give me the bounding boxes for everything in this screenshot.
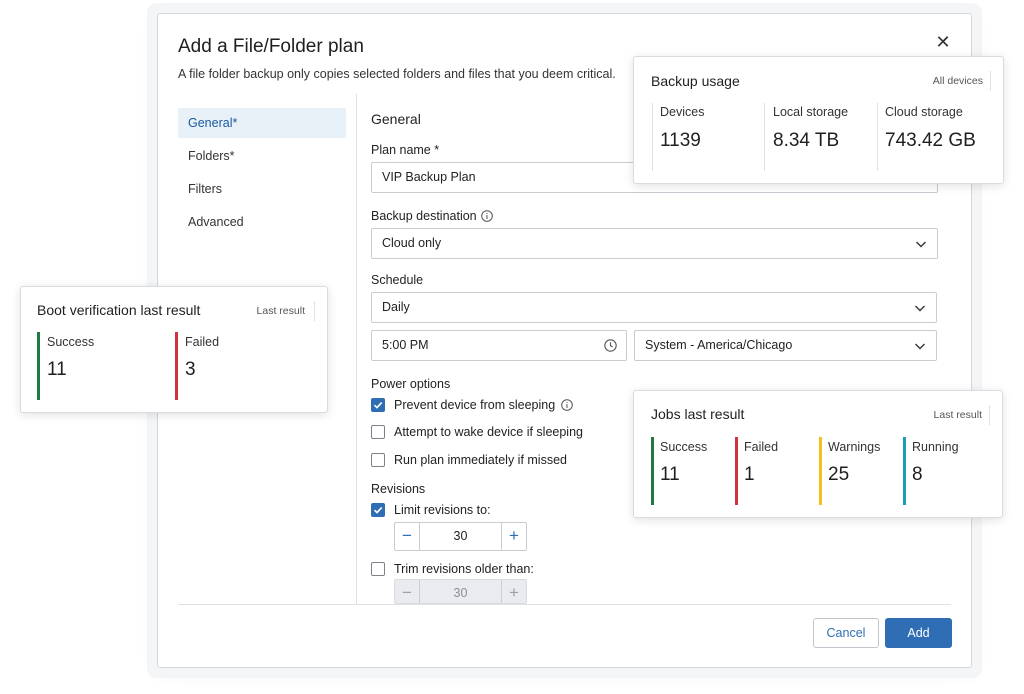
run-missed-checkbox[interactable]	[371, 453, 385, 467]
plus-icon: +	[501, 580, 526, 603]
success-bar	[37, 332, 40, 400]
backup-destination-label: Backup destination	[371, 209, 493, 223]
tag-divider	[314, 301, 315, 321]
chevron-down-icon	[916, 241, 926, 248]
cloud-storage-label: Cloud storage	[885, 105, 963, 119]
dialog-subtitle: A file folder backup only copies selecte…	[178, 67, 616, 81]
tag-divider	[989, 405, 990, 425]
jobs-card: Jobs last result Last result Success 11 …	[633, 390, 1003, 518]
minus-icon: −	[395, 580, 420, 603]
failed-label: Failed	[744, 440, 779, 454]
column-divider	[652, 103, 653, 171]
column-divider	[764, 103, 765, 171]
local-storage-label: Local storage	[773, 105, 849, 119]
plan-name-label: Plan name *	[371, 143, 440, 157]
nav-item-folders[interactable]: Folders*	[178, 141, 346, 171]
nav-item-advanced[interactable]: Advanced	[178, 207, 346, 237]
checkmark-icon	[373, 506, 383, 514]
card-title: Jobs last result	[651, 406, 745, 422]
running-value: 8	[912, 464, 923, 485]
chevron-down-icon	[915, 305, 925, 312]
schedule-select[interactable]: Daily	[371, 292, 937, 323]
nav-item-filters[interactable]: Filters	[178, 174, 346, 204]
limit-revisions-value[interactable]: 30	[421, 523, 500, 550]
failed-value: 1	[744, 464, 755, 485]
running-label: Running	[912, 440, 959, 454]
card-tag: Last result	[933, 409, 982, 421]
failed-label: Failed	[185, 335, 220, 349]
nav-item-general[interactable]: General*	[178, 108, 346, 138]
prevent-sleep-label: Prevent device from sleeping	[394, 398, 556, 412]
wake-device-checkbox[interactable]	[371, 425, 385, 439]
trim-revisions-checkbox[interactable]	[371, 562, 385, 576]
timezone-select[interactable]: System - America/Chicago	[634, 330, 937, 361]
checkmark-icon	[373, 401, 383, 409]
timezone-value: System - America/Chicago	[645, 338, 793, 352]
success-label: Success	[660, 440, 708, 454]
power-options-label: Power options	[371, 377, 451, 391]
wake-device-label: Attempt to wake device if sleeping	[394, 425, 583, 439]
trim-revisions-value: 30	[421, 580, 500, 603]
local-storage-value: 8.34 TB	[773, 130, 840, 151]
info-icon[interactable]	[480, 210, 493, 222]
cloud-storage-value: 743.42 GB	[885, 130, 976, 151]
prevent-sleep-checkbox[interactable]	[371, 398, 385, 412]
trim-revisions-stepper: − 30 +	[394, 579, 527, 604]
footer-divider	[178, 604, 951, 605]
nav-divider	[356, 94, 357, 604]
time-input[interactable]: 5:00 PM	[371, 330, 627, 361]
failed-bar	[175, 332, 178, 400]
limit-revisions-checkbox[interactable]	[371, 503, 385, 517]
section-title: General	[371, 111, 421, 127]
success-value: 11	[660, 464, 680, 485]
chevron-down-icon	[915, 343, 925, 350]
success-bar	[651, 437, 654, 505]
limit-revisions-stepper[interactable]: − 30 +	[394, 522, 527, 551]
devices-label: Devices	[660, 105, 705, 119]
card-tag: All devices	[932, 75, 983, 87]
plan-nav: General* Folders* Filters Advanced	[178, 108, 346, 240]
info-icon[interactable]	[561, 399, 574, 411]
prevent-sleep-text: Prevent device from sleeping	[394, 397, 574, 413]
success-label: Success	[47, 335, 95, 349]
warnings-label: Warnings	[828, 440, 881, 454]
trim-revisions-label: Trim revisions older than:	[394, 562, 534, 576]
boot-verification-card: Boot verification last result Last resul…	[20, 286, 328, 413]
running-bar	[903, 437, 906, 505]
backup-usage-card: Backup usage All devices Devices 1139 Lo…	[633, 56, 1004, 184]
minus-icon[interactable]: −	[395, 523, 420, 550]
devices-value: 1139	[660, 130, 701, 151]
backup-destination-select[interactable]: Cloud only	[371, 228, 938, 259]
tag-divider	[990, 71, 991, 91]
failed-bar	[735, 437, 738, 505]
backup-destination-label-text: Backup destination	[371, 209, 477, 223]
warnings-bar	[819, 437, 822, 505]
limit-revisions-label: Limit revisions to:	[394, 503, 491, 517]
close-icon[interactable]: ✕	[933, 32, 953, 52]
failed-value: 3	[185, 359, 196, 380]
schedule-value: Daily	[382, 300, 410, 314]
card-title: Backup usage	[651, 73, 740, 89]
success-value: 11	[47, 359, 67, 380]
plus-icon[interactable]: +	[501, 523, 526, 550]
dialog-title: Add a File/Folder plan	[178, 36, 364, 57]
card-tag: Last result	[256, 305, 305, 317]
time-value: 5:00 PM	[382, 338, 429, 352]
run-missed-label: Run plan immediately if missed	[394, 453, 567, 467]
revisions-label: Revisions	[371, 482, 426, 496]
schedule-label: Schedule	[371, 273, 424, 287]
plan-name-value: VIP Backup Plan	[382, 170, 476, 184]
add-button[interactable]: Add	[885, 618, 952, 648]
warnings-value: 25	[828, 464, 850, 485]
cancel-button[interactable]: Cancel	[813, 618, 879, 648]
clock-icon[interactable]	[604, 339, 617, 352]
card-title: Boot verification last result	[37, 302, 201, 318]
backup-destination-value: Cloud only	[382, 236, 442, 250]
column-divider	[877, 103, 878, 171]
